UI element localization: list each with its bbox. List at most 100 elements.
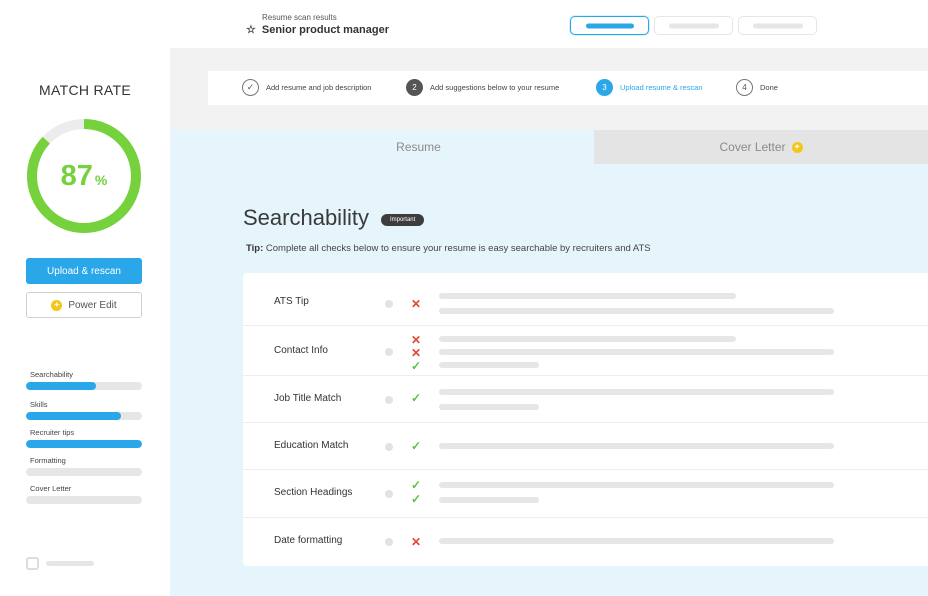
info-dot-icon[interactable] — [385, 348, 393, 356]
tab-resume-label: Resume — [396, 140, 441, 154]
category-track — [26, 496, 142, 504]
sidebar: MATCH RATE 87 % Upload & rescan ✦ Power … — [0, 48, 170, 596]
coin-icon: ✦ — [51, 299, 63, 311]
check-label: Section Headings — [274, 487, 353, 498]
tab-resume[interactable]: Resume — [243, 130, 594, 164]
section-title-text: Searchability — [243, 205, 369, 230]
tab-cover-letter-label: Cover Letter — [719, 140, 786, 154]
checks-card: ATS Tip ✕ Contact Info ✕ ✕ ✓ Job Title M… — [243, 273, 928, 566]
check-label: Date formatting — [274, 535, 343, 546]
info-dot-icon[interactable] — [385, 490, 393, 498]
progress-steps: ✓ Add resume and job description 2 Add s… — [208, 71, 928, 105]
step-label: Add resume and job description — [266, 83, 372, 92]
placeholder-line — [439, 362, 539, 368]
category-searchability[interactable]: Searchability — [26, 370, 142, 390]
match-rate-title: MATCH RATE — [39, 82, 131, 98]
category-cover-letter[interactable]: Cover Letter — [26, 484, 142, 504]
step-label: Upload resume & rescan — [620, 83, 703, 92]
pass-check-icon: ✓ — [410, 492, 422, 506]
category-track — [26, 382, 142, 390]
category-track — [26, 440, 142, 448]
placeholder-line — [439, 404, 539, 410]
view-toggle-1[interactable] — [570, 16, 649, 35]
category-track — [26, 412, 142, 420]
view-toggle-3[interactable] — [738, 16, 817, 35]
info-dot-icon[interactable] — [385, 396, 393, 404]
view-toggle-2[interactable] — [654, 16, 733, 35]
check-label: Job Title Match — [274, 393, 342, 404]
check-label: ATS Tip — [274, 296, 309, 307]
pass-check-icon: ✓ — [410, 359, 422, 373]
category-label: Skills — [30, 400, 48, 409]
category-fill — [26, 412, 122, 420]
placeholder-line — [439, 538, 834, 544]
placeholder-line — [439, 389, 834, 395]
category-formatting[interactable]: Formatting — [26, 456, 142, 476]
check-row-date-formatting[interactable]: Date formatting ✕ — [243, 518, 928, 566]
section-title: Searchability Important — [243, 205, 425, 231]
info-dot-icon[interactable] — [385, 538, 393, 546]
step-2[interactable]: 2 Add suggestions below to your resume — [406, 79, 559, 96]
category-label: Cover Letter — [30, 484, 72, 493]
step-label: Add suggestions below to your resume — [430, 83, 560, 92]
category-label: Formatting — [30, 456, 66, 465]
placeholder-line — [439, 443, 834, 449]
step-number: 3 — [596, 79, 613, 96]
step-number: 2 — [406, 79, 423, 96]
placeholder-line — [439, 349, 834, 355]
placeholder-line — [439, 308, 834, 314]
info-dot-icon[interactable] — [385, 300, 393, 308]
check-row-ats-tip[interactable]: ATS Tip ✕ — [243, 273, 928, 326]
check-label: Education Match — [274, 440, 349, 451]
app-window: Resume scan results ☆ Senior product man… — [0, 0, 928, 596]
placeholder-line — [439, 336, 736, 342]
upload-rescan-button[interactable]: Upload & rescan — [26, 258, 142, 284]
settings-placeholder — [46, 561, 94, 566]
check-row-section-headings[interactable]: Section Headings ✓ ✓ — [243, 470, 928, 518]
match-rate-number: 87 — [60, 159, 93, 192]
category-fill — [26, 440, 142, 448]
fail-x-icon: ✕ — [410, 297, 422, 311]
category-track — [26, 468, 142, 476]
power-edit-label: Power Edit — [68, 299, 117, 311]
category-label: Recruiter tips — [30, 428, 75, 437]
step-4[interactable]: 4 Done — [736, 79, 778, 96]
settings-checkbox[interactable] — [26, 557, 39, 570]
scan-subtitle: Resume scan results — [262, 13, 337, 22]
coin-icon: ✦ — [791, 141, 803, 153]
fail-x-icon: ✕ — [410, 333, 422, 347]
check-label: Contact Info — [274, 345, 328, 356]
match-rate-unit: % — [94, 172, 108, 188]
placeholder-line — [439, 482, 834, 488]
pass-check-icon: ✓ — [410, 391, 422, 405]
star-icon[interactable]: ☆ — [246, 24, 256, 36]
pass-check-icon: ✓ — [410, 439, 422, 453]
category-fill — [26, 382, 96, 390]
fail-x-icon: ✕ — [410, 535, 422, 549]
fail-x-icon: ✕ — [410, 346, 422, 360]
job-title-text: Senior product manager — [261, 24, 390, 36]
category-skills[interactable]: Skills — [26, 400, 142, 420]
power-edit-button[interactable]: ✦ Power Edit — [26, 292, 142, 318]
tab-cover-letter[interactable]: Cover Letter ✦ — [594, 130, 928, 164]
check-row-contact-info[interactable]: Contact Info ✕ ✕ ✓ — [243, 326, 928, 376]
category-recruiter-tips[interactable]: Recruiter tips — [26, 428, 142, 448]
tip-body: Complete all checks below to ensure your… — [263, 243, 651, 254]
check-row-education-match[interactable]: Education Match ✓ — [243, 423, 928, 470]
pass-check-icon: ✓ — [410, 478, 422, 492]
tip-prefix: Tip: — [246, 243, 264, 254]
info-dot-icon[interactable] — [385, 443, 393, 451]
step-label: Done — [760, 83, 778, 92]
placeholder-line — [439, 293, 736, 299]
header: Resume scan results ☆ Senior product man… — [0, 0, 928, 48]
check-circle-icon: ✓ — [242, 79, 259, 96]
step-3[interactable]: 3 Upload resume & rescan — [596, 79, 703, 96]
tip-text: Tip: Complete all checks below to ensure… — [246, 243, 651, 254]
important-badge: Important — [380, 213, 425, 226]
job-title[interactable]: ☆ Senior product manager — [246, 24, 389, 36]
placeholder-line — [439, 497, 539, 503]
category-label: Searchability — [30, 370, 73, 379]
step-1[interactable]: ✓ Add resume and job description — [242, 79, 371, 96]
match-rate-value: 87 % — [25, 117, 143, 235]
check-row-job-title-match[interactable]: Job Title Match ✓ — [243, 376, 928, 423]
